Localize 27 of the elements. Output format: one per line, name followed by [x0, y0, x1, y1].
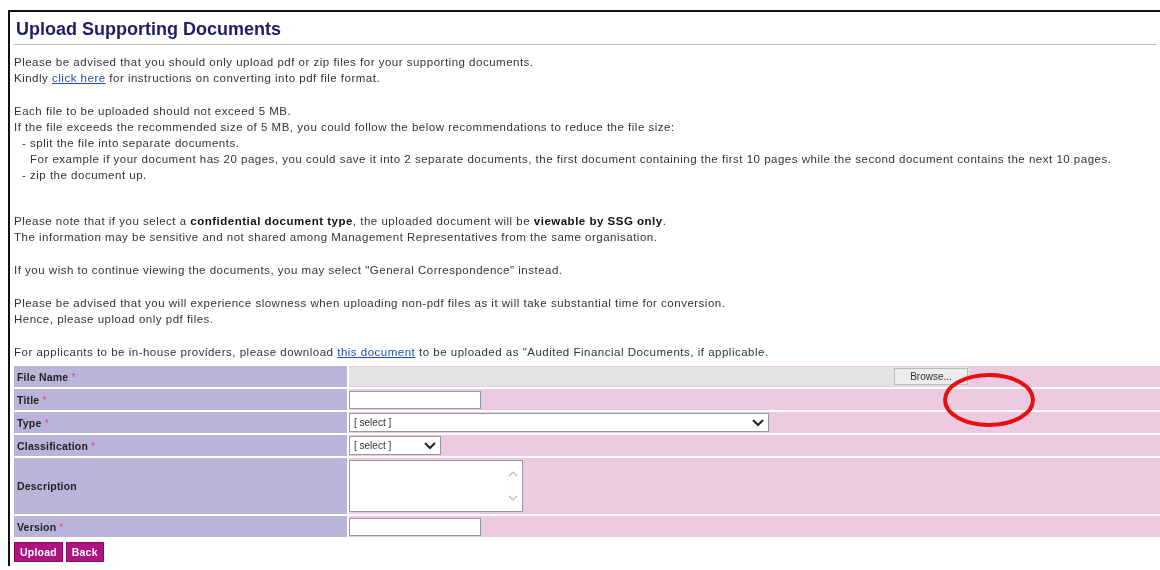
link[interactable]: this document: [337, 346, 416, 358]
field-label: Description: [17, 480, 77, 492]
required-asterisk: *: [71, 370, 76, 383]
notice-text: Please note that if you select a confidential document type, the uploaded document will be viewable by SSG only.: [14, 214, 668, 229]
field-label: Type: [17, 416, 42, 429]
notice-text: Hence, please upload only pdf files.: [14, 312, 215, 327]
field-label: Classification: [17, 439, 89, 452]
notice-text: For example if your document has 20 pages, you could save it into 2 separate documents, the first document containing the first 10 pages while the second document contains the next 10 pages.: [29, 152, 1113, 167]
notice-text: If you wish to continue viewing the documents, you may select "General Correspondence" instead.: [14, 263, 564, 278]
field-label: Version: [17, 520, 57, 533]
required-asterisk: *: [42, 393, 47, 406]
notice-text: The information may be sensitive and not shared among Management Representatives from the same organisation.: [14, 230, 659, 245]
notice-text: - zip the document up.: [21, 168, 148, 183]
notice-text: Each file to be uploaded should not exceed 5 MB.: [14, 104, 293, 119]
field-label: Title: [17, 393, 40, 406]
required-asterisk: *: [91, 439, 96, 452]
page-title: Upload Supporting Documents: [16, 19, 281, 40]
field-label: File Name: [17, 370, 69, 383]
notice-text: Please be advised that you should only upload pdf or zip files for your supporting documents.: [14, 55, 535, 70]
required-asterisk: *: [59, 520, 64, 533]
link[interactable]: click here: [52, 72, 106, 84]
notice-text: If the file exceeds the recommended size of 5 MB, you could follow the below recommendations to reduce the file size:: [14, 120, 676, 135]
notice-text: Kindly click here for instructions on converting into pdf file format.: [14, 71, 382, 86]
notice-text: Please be advised that you will experience slowness when uploading non-pdf files as it will take substantial time for conversion.: [14, 296, 727, 311]
required-asterisk: *: [44, 416, 49, 429]
notice-text: For applicants to be in-house providers, please download this document to be uploaded as "Audited Financial Documents, if applicable.: [14, 345, 770, 360]
notice-text: - split the file into separate documents.: [21, 136, 241, 151]
